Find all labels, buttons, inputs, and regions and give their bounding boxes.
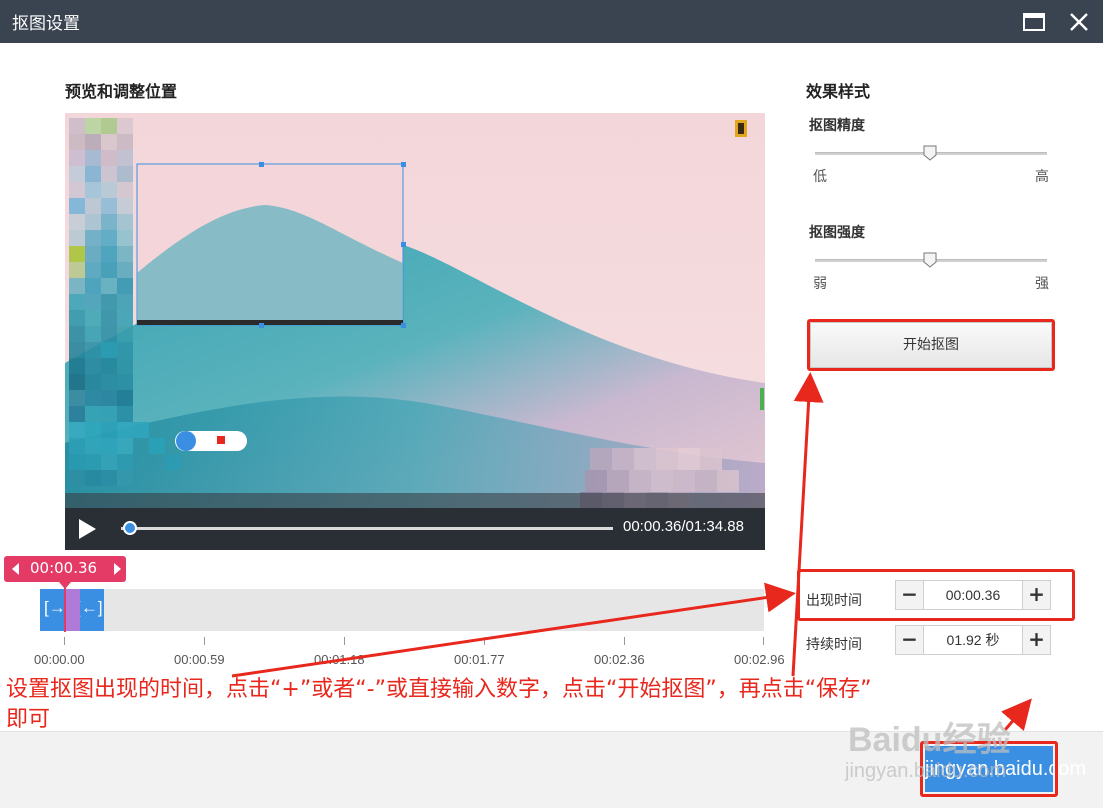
annotation-line-2: 即可 xyxy=(6,707,51,732)
watermark-url: jingyan.baidu.com xyxy=(845,760,1007,782)
annotation-line-1: 设置抠图出现的时间，点击“+”或者“-”或直接输入数字，点击“开始抠图”，再点击… xyxy=(6,677,872,702)
watermark-logo: Baidu经验 xyxy=(848,721,1011,759)
